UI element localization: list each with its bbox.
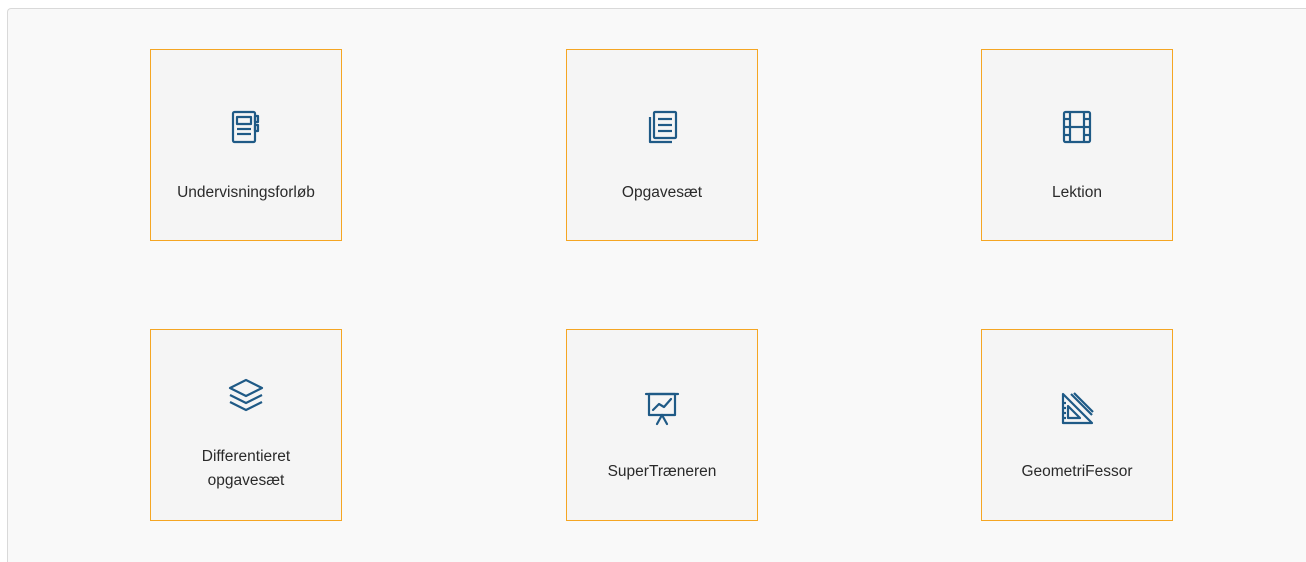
tile-supertraeneren[interactable]: SuperTræneren bbox=[566, 329, 758, 521]
tile-label: Opgavesæt bbox=[621, 184, 703, 201]
set-square-icon bbox=[1057, 388, 1097, 428]
tile-label: GeometriFessor bbox=[1021, 463, 1133, 480]
tile-geometrifessor[interactable]: GeometriFessor bbox=[981, 329, 1173, 521]
presentation-chart-icon bbox=[642, 388, 682, 428]
tile-label-line2: opgavesæt bbox=[207, 472, 285, 489]
layers-icon bbox=[226, 375, 266, 415]
tile-differentieret-opgavesaet[interactable]: Differentieret opgavesæt bbox=[150, 329, 342, 521]
tile-label: Lektion bbox=[1052, 184, 1102, 201]
tile-label: SuperTræneren bbox=[607, 463, 717, 480]
film-icon bbox=[1057, 107, 1097, 147]
document-stack-icon bbox=[642, 107, 682, 147]
tile-undervisningsforloeb[interactable]: Undervisningsforløb bbox=[150, 49, 342, 241]
tile-label: Differentieret opgavesæt bbox=[151, 445, 341, 493]
tile-opgavesaet[interactable]: Opgavesæt bbox=[566, 49, 758, 241]
tile-label: Undervisningsforløb bbox=[177, 184, 315, 201]
notebook-icon bbox=[226, 107, 266, 147]
tile-label-line1: Differentieret bbox=[201, 448, 291, 465]
tile-lektion[interactable]: Lektion bbox=[981, 49, 1173, 241]
